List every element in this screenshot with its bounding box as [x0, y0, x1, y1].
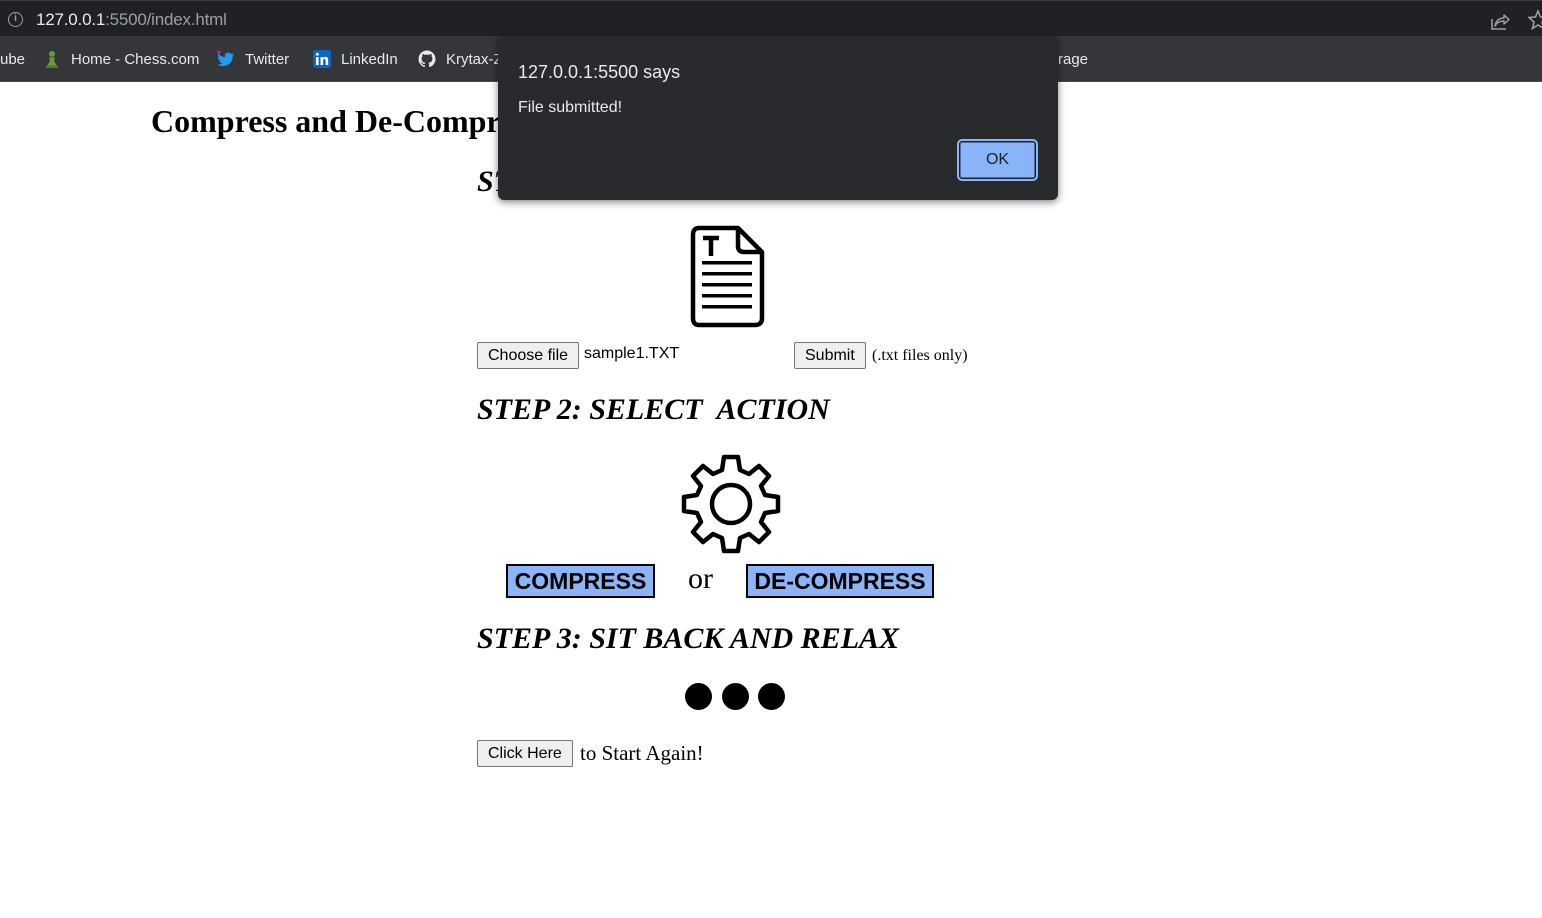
loading-dot-2 [722, 683, 749, 710]
bookmark-storage[interactable]: rage [1058, 49, 1088, 69]
browser-address-bar: i 127.0.0.1:5500/index.html [0, 0, 1542, 36]
bookmark-chess[interactable]: Home - Chess.com [43, 49, 199, 69]
bookmark-youtube[interactable]: ube [0, 49, 25, 69]
url-text[interactable]: 127.0.0.1:5500/index.html [36, 10, 227, 30]
step2-heading: STEP 2: SELECT ACTION [477, 393, 830, 426]
bookmark-twitter[interactable]: Twitter [217, 49, 289, 69]
decompress-button[interactable]: DE-COMPRESS [746, 564, 934, 598]
submit-button[interactable]: Submit [794, 342, 866, 369]
dialog-title: 127.0.0.1:5500 says [518, 62, 681, 82]
loading-dot-1 [685, 683, 712, 710]
bookmark-github[interactable]: Krytax-Z [418, 49, 503, 69]
dialog-message: File submitted! [518, 99, 623, 116]
dialog-ok-button[interactable]: OK [957, 139, 1038, 181]
text-file-icon [690, 225, 765, 328]
step3-heading: STEP 3: SIT BACK AND RELAX [477, 622, 900, 655]
twitter-icon [217, 50, 234, 67]
github-icon [418, 50, 436, 68]
chess-pawn-icon [46, 51, 58, 68]
alert-dialog: 127.0.0.1:5500 says File submitted! OK [498, 36, 1058, 200]
site-info-icon[interactable]: i [8, 12, 23, 27]
bookmark-linkedin[interactable]: LinkedIn [313, 49, 398, 69]
loading-dot-3 [758, 683, 785, 710]
selected-file-name: sample1.TXT [584, 345, 680, 362]
choose-file-button[interactable]: Choose file [477, 342, 580, 369]
omnibox[interactable]: i 127.0.0.1:5500/index.html [0, 3, 1542, 36]
gear-icon [681, 454, 781, 554]
bookmark-star-icon[interactable] [1528, 9, 1542, 31]
file-type-hint: (.txt files only) [872, 347, 968, 364]
or-separator: or [688, 562, 713, 595]
restart-button[interactable]: Click Here [477, 740, 573, 767]
restart-text: to Start Again! [580, 741, 704, 765]
linkedin-icon [313, 50, 331, 68]
page-title: Compress and De-Compress [151, 103, 540, 139]
share-icon[interactable] [1490, 11, 1510, 31]
compress-button[interactable]: COMPRESS [506, 564, 655, 598]
